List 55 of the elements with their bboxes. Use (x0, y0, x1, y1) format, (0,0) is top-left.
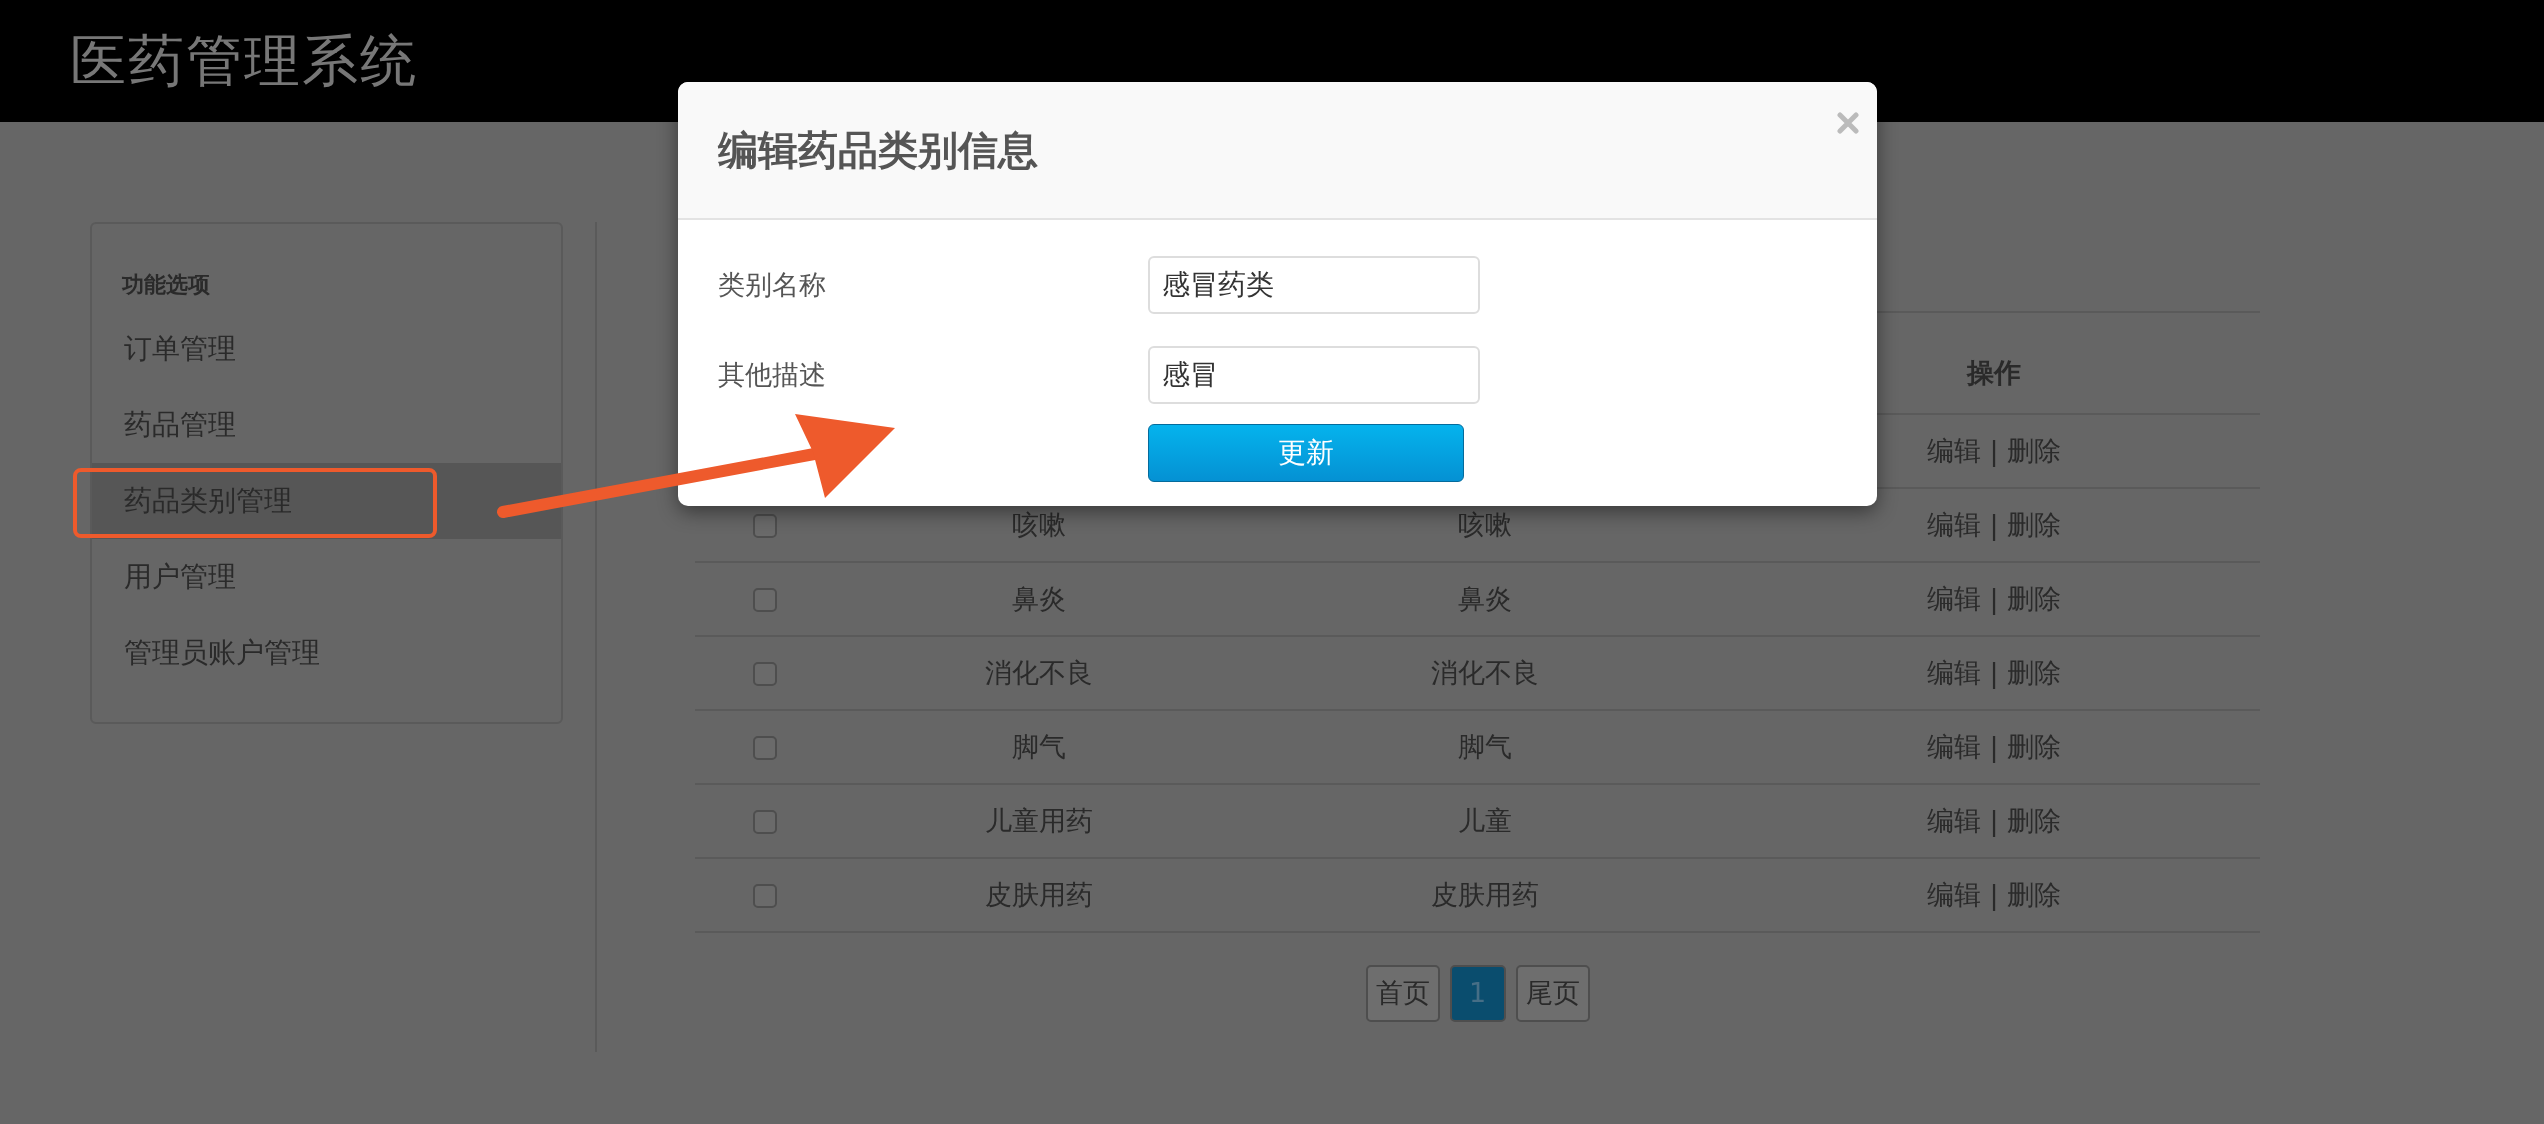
table-cell: 咳嗽 (1458, 508, 1513, 540)
sidebar-heading: 功能选项 (121, 271, 211, 299)
table-cell: 鼻炎 (1012, 582, 1067, 614)
delete-link[interactable]: 删除 (2007, 878, 2062, 910)
page-link[interactable]: 1 (1449, 965, 1506, 1022)
sidebar-item[interactable]: 药品管理 (92, 387, 561, 463)
edit-link[interactable]: 编辑 (1926, 434, 1981, 466)
app-title: 医药管理系统 (70, 27, 418, 95)
field-label: 类别名称 (718, 267, 827, 302)
table-cell: 消化不良 (1431, 656, 1540, 688)
edit-link[interactable]: 编辑 (1926, 878, 1981, 910)
edit-link[interactable]: 编辑 (1926, 582, 1981, 614)
delete-link[interactable]: 删除 (2007, 730, 2062, 762)
table-cell: 咳嗽 (1012, 508, 1067, 540)
delete-link[interactable]: 删除 (2007, 508, 2062, 540)
checkbox[interactable] (753, 588, 778, 613)
update-button[interactable]: 更新 (1148, 424, 1464, 482)
checkbox[interactable] (753, 662, 778, 687)
table-cell: 儿童 (1458, 804, 1513, 836)
table-cell: 脚气 (1012, 730, 1067, 762)
separator-text: | (1989, 582, 1999, 614)
edit-link[interactable]: 编辑 (1926, 656, 1981, 688)
table-cell: 脚气 (1458, 730, 1513, 762)
delete-link[interactable]: 删除 (2007, 434, 2062, 466)
table-cell: 儿童用药 (985, 804, 1094, 836)
delete-link[interactable]: 删除 (2007, 656, 2062, 688)
input-field[interactable]: 感冒 (1148, 346, 1480, 404)
separator-text: | (1989, 434, 1999, 466)
delete-link[interactable]: 删除 (2007, 804, 2062, 836)
sidebar-item[interactable]: 订单管理 (92, 311, 561, 387)
edit-link[interactable]: 编辑 (1926, 804, 1981, 836)
sidebar-item[interactable]: 管理员账户管理 (92, 615, 561, 691)
table-cell: 鼻炎 (1458, 582, 1513, 614)
edit-link[interactable]: 编辑 (1926, 508, 1981, 540)
field-label: 其他描述 (718, 357, 827, 392)
page-link[interactable]: 尾页 (1515, 965, 1590, 1022)
close-icon[interactable] (1837, 112, 1859, 134)
checkbox[interactable] (753, 810, 778, 835)
separator-text: | (1989, 878, 1999, 910)
separator-text: | (1989, 508, 1999, 540)
separator-text: | (1989, 730, 1999, 762)
modal-title: 编辑药品类别信息 (718, 126, 1038, 175)
edit-link[interactable]: 编辑 (1926, 730, 1981, 762)
separator-text: | (1989, 804, 1999, 836)
sidebar-item[interactable]: 用户管理 (92, 539, 561, 615)
checkbox[interactable] (753, 514, 778, 539)
checkbox[interactable] (753, 884, 778, 909)
separator-text: | (1989, 656, 1999, 688)
checkbox[interactable] (753, 736, 778, 761)
table-cell: 消化不良 (985, 656, 1094, 688)
table-cell: 皮肤用药 (985, 878, 1094, 910)
input-field[interactable]: 感冒药类 (1148, 256, 1480, 314)
page-link[interactable]: 首页 (1365, 965, 1440, 1022)
table-cell: 皮肤用药 (1431, 878, 1540, 910)
delete-link[interactable]: 删除 (2007, 582, 2062, 614)
